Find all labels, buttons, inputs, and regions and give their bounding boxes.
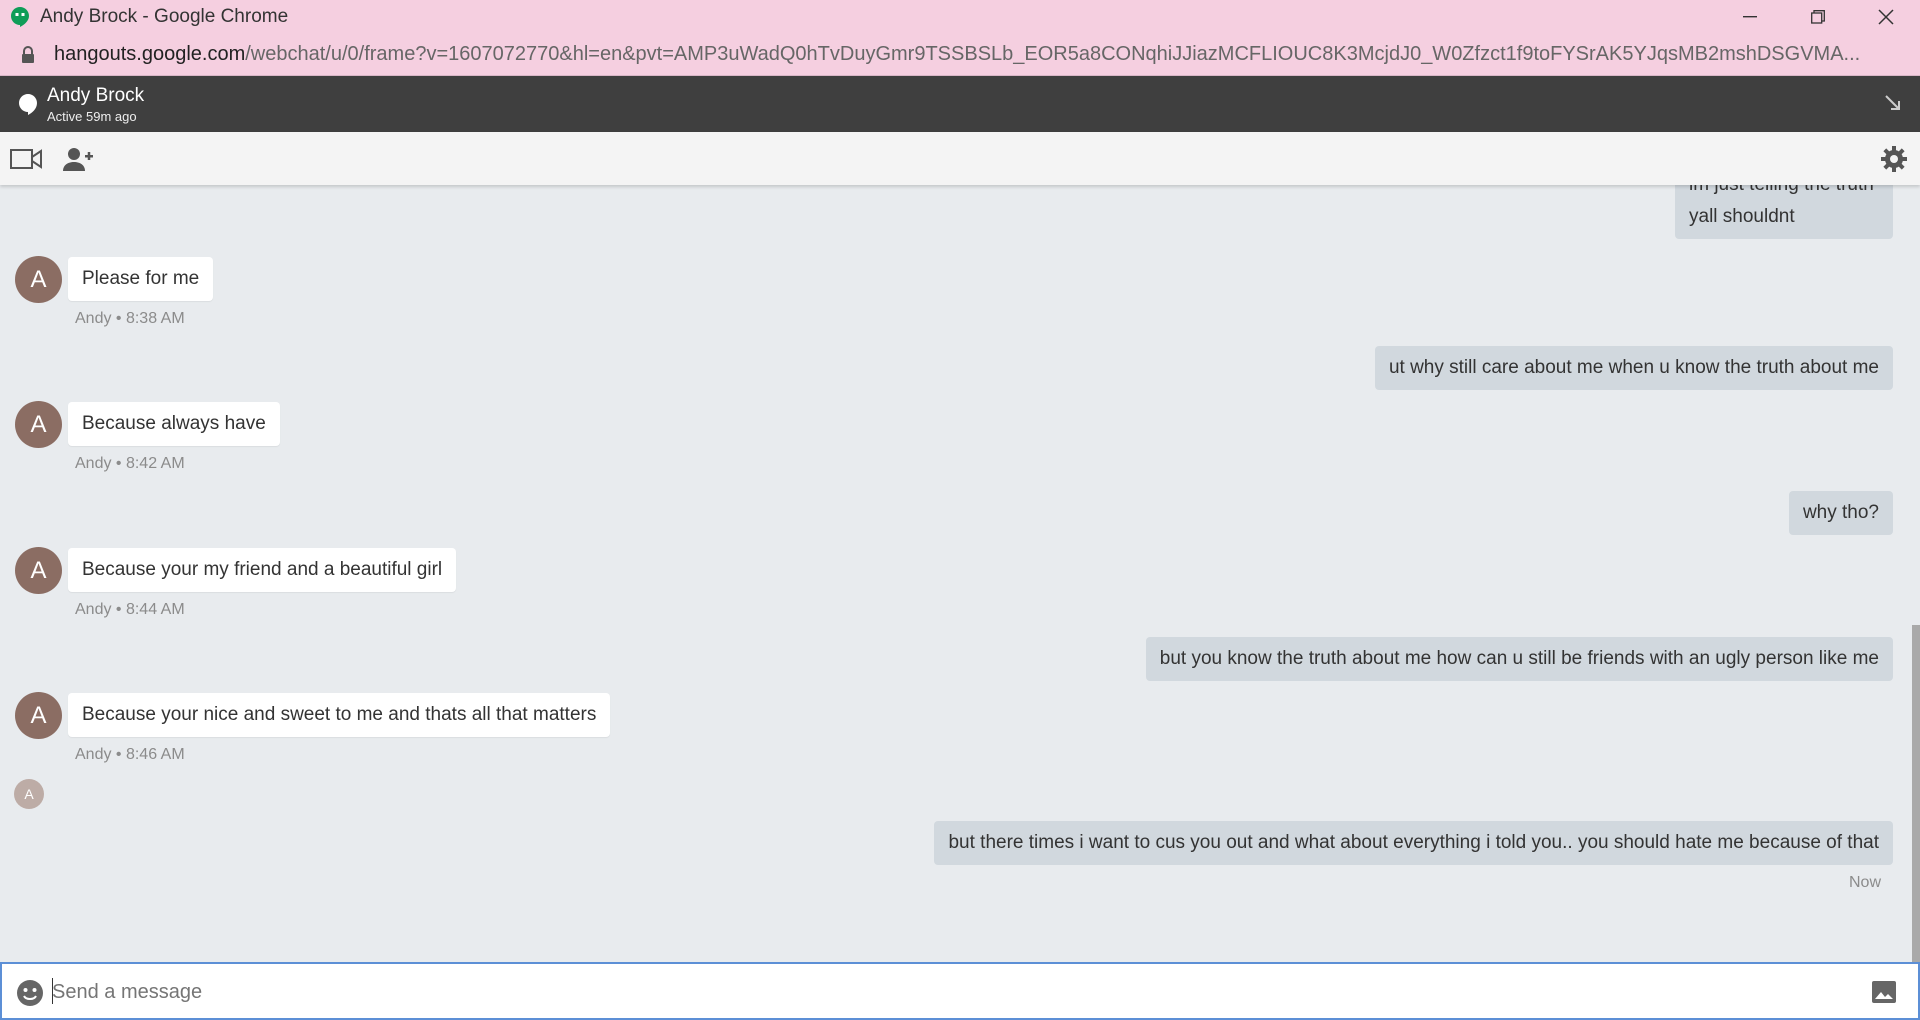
message-input[interactable]	[52, 976, 1852, 1008]
message-timestamp: Andy • 8:42 AM	[75, 455, 185, 472]
close-window-button[interactable]	[1852, 0, 1920, 34]
contact-name[interactable]: Andy Brock	[47, 85, 144, 107]
message-list[interactable]: im just telling the truth yall shouldnt …	[0, 185, 1920, 962]
restore-button[interactable]	[1784, 0, 1852, 34]
settings-button[interactable]	[1878, 144, 1910, 174]
lock-icon	[22, 45, 34, 63]
gear-icon	[1881, 146, 1907, 172]
close-icon	[1878, 9, 1894, 25]
video-call-button[interactable]	[10, 144, 42, 174]
window-titlebar: Andy Brock - Google Chrome	[0, 0, 1920, 34]
avatar[interactable]: A	[15, 256, 62, 303]
outgoing-message: im just telling the truth yall shouldnt	[1675, 185, 1893, 239]
minimize-chat-icon[interactable]	[1884, 94, 1902, 112]
minimize-button[interactable]	[1716, 0, 1784, 34]
read-receipt-avatar: A	[14, 779, 44, 809]
incoming-message: Because your my friend and a beautiful g…	[68, 548, 457, 592]
window-controls	[1716, 0, 1920, 34]
window-title: Andy Brock - Google Chrome	[40, 6, 289, 27]
message-timestamp: Andy • 8:38 AM	[75, 310, 185, 327]
avatar[interactable]: A	[15, 547, 62, 594]
url-domain: hangouts.google.com	[54, 43, 246, 65]
hangouts-app-icon	[10, 7, 30, 27]
message-text: yall shouldnt	[1689, 206, 1795, 227]
scrollbar[interactable]	[1910, 185, 1920, 962]
url-text[interactable]: hangouts.google.com/webchat/u/0/frame?v=…	[54, 43, 1914, 66]
video-camera-icon	[10, 149, 42, 169]
message-timestamp: Andy • 8:46 AM	[75, 746, 185, 763]
outgoing-message: ut why still care about me when u know t…	[1374, 346, 1893, 390]
address-bar[interactable]: hangouts.google.com/webchat/u/0/frame?v=…	[0, 34, 1920, 76]
chat-bubble-icon	[19, 94, 37, 115]
outgoing-message: why tho?	[1788, 491, 1893, 535]
restore-icon	[1811, 10, 1825, 24]
minimize-icon	[1743, 16, 1757, 18]
url-path: /webchat/u/0/frame?v=1607072770&hl=en&pv…	[245, 43, 1861, 65]
contact-status: Active 59m ago	[47, 109, 137, 124]
outgoing-message: but there times i want to cus you out an…	[934, 821, 1893, 865]
add-people-button[interactable]	[62, 144, 94, 174]
message-composer	[0, 962, 1920, 1020]
incoming-message: Please for me	[68, 257, 214, 301]
add-person-icon	[63, 148, 93, 171]
conversation-toolbar	[0, 132, 1920, 185]
message-timestamp: Now	[1848, 874, 1881, 891]
avatar[interactable]: A	[15, 401, 62, 448]
avatar[interactable]: A	[15, 692, 62, 739]
scrollbar-thumb[interactable]	[1912, 625, 1920, 962]
incoming-message: Because always have	[68, 402, 280, 446]
message-timestamp: Andy • 8:44 AM	[75, 601, 185, 618]
message-text: im just telling the truth	[1689, 185, 1879, 201]
incoming-message: Because your nice and sweet to me and th…	[68, 693, 611, 737]
conversation-header: Andy Brock Active 59m ago	[0, 76, 1920, 132]
image-icon[interactable]	[1872, 981, 1896, 1003]
outgoing-message: but you know the truth about me how can …	[1145, 637, 1893, 681]
emoji-icon[interactable]	[16, 979, 44, 1007]
